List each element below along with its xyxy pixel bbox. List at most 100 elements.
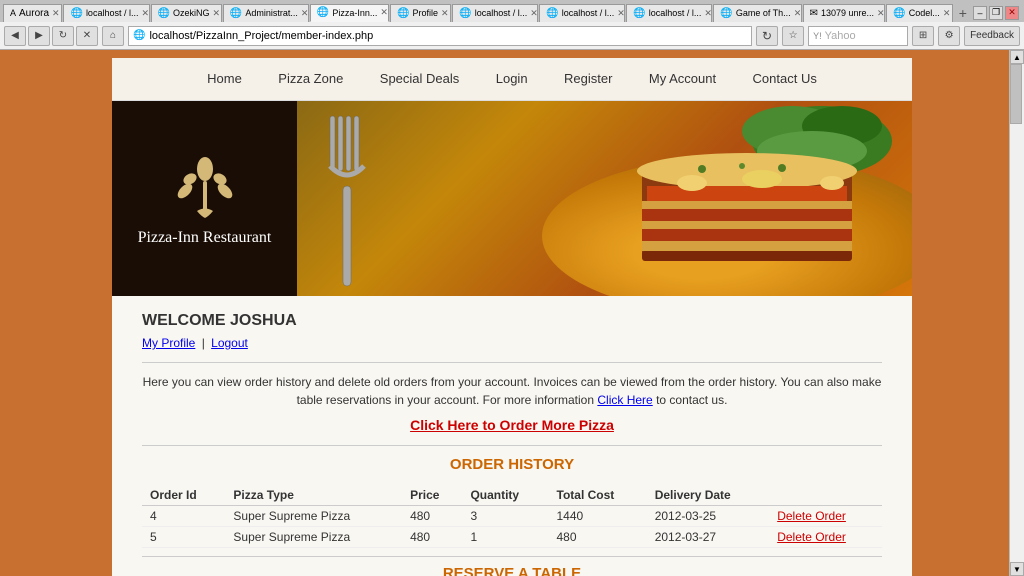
scroll-thumb[interactable] xyxy=(1010,64,1022,124)
tab-close[interactable]: ✕ xyxy=(794,8,802,19)
tab-close[interactable]: ✕ xyxy=(52,8,60,19)
tab-bar: A Aurora ✕ 🌐 localhost / l... ✕ 🌐 OzekiN… xyxy=(0,0,1024,22)
tab-close[interactable]: ✕ xyxy=(301,8,309,19)
price-2: 480 xyxy=(402,527,462,548)
delete-order-1[interactable]: Delete Order xyxy=(777,509,846,523)
tab-game[interactable]: 🌐 Game of Th... ✕ xyxy=(713,4,801,22)
contact-click-here-link[interactable]: Click Here xyxy=(597,393,652,407)
tab-label: OzekiNG xyxy=(173,8,210,18)
tab-close[interactable]: ✕ xyxy=(617,8,625,19)
tab-close[interactable]: ✕ xyxy=(212,8,220,19)
tab-localhost2[interactable]: 🌐 localhost / l... ✕ xyxy=(452,4,538,22)
tab-localhost4[interactable]: 🌐 localhost / l... ✕ xyxy=(626,4,712,22)
star-icon[interactable]: ☆ xyxy=(782,26,804,46)
col-order-id: Order Id xyxy=(142,485,225,506)
tab-code[interactable]: 🌐 Codel... ✕ xyxy=(886,4,952,22)
delete-order-2[interactable]: Delete Order xyxy=(777,530,846,544)
scroll-down-arrow[interactable]: ▼ xyxy=(1010,562,1024,576)
refresh-icon[interactable]: ↻ xyxy=(756,26,778,46)
nav-special-deals[interactable]: Special Deals xyxy=(380,71,460,86)
nav-pizza-zone[interactable]: Pizza Zone xyxy=(278,71,343,86)
col-action xyxy=(769,485,882,506)
tab-close[interactable]: ✕ xyxy=(877,8,885,19)
delivery-date-1: 2012-03-25 xyxy=(647,506,770,527)
nav-contact-us[interactable]: Contact Us xyxy=(753,71,817,86)
nav-my-account[interactable]: My Account xyxy=(649,71,716,86)
divider-1 xyxy=(142,362,882,363)
tab-label: localhost / l... xyxy=(86,8,139,18)
info-text-2: to contact us. xyxy=(656,393,727,407)
feedback-button[interactable]: Feedback xyxy=(964,26,1020,46)
new-tab-button[interactable]: + xyxy=(954,4,972,22)
tab-localhost1[interactable]: 🌐 localhost / l... ✕ xyxy=(63,4,149,22)
tab-localhost3[interactable]: 🌐 localhost / l... ✕ xyxy=(539,4,625,22)
profile-links: My Profile | Logout xyxy=(142,336,882,350)
search-bar[interactable]: Y! Yahoo xyxy=(808,26,908,46)
url-text: localhost/PizzaInn_Project/member-index.… xyxy=(149,30,373,42)
my-profile-link[interactable]: My Profile xyxy=(142,336,195,350)
tab-label: localhost / l... xyxy=(649,8,702,18)
tab-admin[interactable]: 🌐 Administrat... ✕ xyxy=(223,4,309,22)
logout-link[interactable]: Logout xyxy=(211,336,248,350)
tab-favicon: 🌐 xyxy=(158,8,170,19)
nav-home[interactable]: Home xyxy=(207,71,242,86)
col-quantity: Quantity xyxy=(462,485,548,506)
order-id-1: 4 xyxy=(142,506,225,527)
nav-register[interactable]: Register xyxy=(564,71,612,86)
tab-close[interactable]: ✕ xyxy=(441,8,449,19)
tab-mail[interactable]: ✉ 13079 unre... ✕ xyxy=(803,4,886,22)
tab-close[interactable]: ✕ xyxy=(530,8,538,19)
tab-label: localhost / l... xyxy=(562,8,615,18)
link-separator: | xyxy=(202,336,205,350)
col-delivery-date: Delivery Date xyxy=(647,485,770,506)
reload-button[interactable]: ↻ xyxy=(52,26,74,46)
minimize-button[interactable]: – xyxy=(973,6,987,20)
settings-icon[interactable]: ⚙ xyxy=(938,26,960,46)
tab-favicon: 🌐 xyxy=(459,8,471,19)
total-cost-1: 1440 xyxy=(549,506,647,527)
tab-close[interactable]: ✕ xyxy=(380,7,388,18)
ornament-icon xyxy=(175,151,235,221)
nav-login[interactable]: Login xyxy=(496,71,528,86)
tab-label: Administrat... xyxy=(245,8,298,18)
tab-aurora[interactable]: A Aurora ✕ xyxy=(3,4,62,22)
bookmark-icon[interactable]: ⊞ xyxy=(912,26,934,46)
delete-cell-2: Delete Order xyxy=(769,527,882,548)
tab-favicon: 🌐 xyxy=(720,8,732,19)
tab-close[interactable]: ✕ xyxy=(704,8,712,19)
address-bar: ◀ ▶ ↻ ✕ ⌂ 🌐 localhost/PizzaInn_Project/m… xyxy=(0,22,1024,50)
welcome-title: WELCOME JOSHUA xyxy=(142,312,882,330)
website-container: Home Pizza Zone Special Deals Login Regi… xyxy=(112,58,912,576)
forward-button[interactable]: ▶ xyxy=(28,26,50,46)
home-button[interactable]: ⌂ xyxy=(102,26,124,46)
website-wrapper: Home Pizza Zone Special Deals Login Regi… xyxy=(0,50,1024,576)
browser-nav-buttons: ◀ ▶ ↻ ✕ xyxy=(4,26,98,46)
tab-pizza-inn[interactable]: 🌐 Pizza-Inn... ✕ xyxy=(310,4,389,22)
col-pizza-type: Pizza Type xyxy=(225,485,402,506)
stop-button[interactable]: ✕ xyxy=(76,26,98,46)
tab-profile[interactable]: 🌐 Profile ✕ xyxy=(390,4,451,22)
tab-label: Aurora xyxy=(19,8,49,19)
tab-favicon: 🌐 xyxy=(397,8,409,19)
food-image xyxy=(602,101,902,286)
scroll-track[interactable] xyxy=(1010,64,1024,562)
delivery-date-2: 2012-03-27 xyxy=(647,527,770,548)
tab-favicon: 🌐 xyxy=(633,8,645,19)
order-more-pizza-link[interactable]: Click Here to Order More Pizza xyxy=(142,417,882,433)
table-row: 4 Super Supreme Pizza 480 3 1440 2012-03… xyxy=(142,506,882,527)
tab-close[interactable]: ✕ xyxy=(141,8,149,19)
scroll-up-arrow[interactable]: ▲ xyxy=(1010,50,1024,64)
tab-favicon: 🌐 xyxy=(893,8,905,19)
tab-ozekiNG[interactable]: 🌐 OzekiNG ✕ xyxy=(151,4,222,22)
pizza-type-2: Super Supreme Pizza xyxy=(225,527,402,548)
tab-close[interactable]: ✕ xyxy=(943,8,951,19)
url-bar[interactable]: 🌐 localhost/PizzaInn_Project/member-inde… xyxy=(128,26,752,46)
restore-button[interactable]: ❐ xyxy=(989,6,1003,20)
price-1: 480 xyxy=(402,506,462,527)
tab-label: Profile xyxy=(412,8,438,18)
tab-label: Pizza-Inn... xyxy=(332,8,377,18)
back-button[interactable]: ◀ xyxy=(4,26,26,46)
divider-2 xyxy=(142,445,882,446)
col-price: Price xyxy=(402,485,462,506)
close-window-button[interactable]: ✕ xyxy=(1005,6,1019,20)
